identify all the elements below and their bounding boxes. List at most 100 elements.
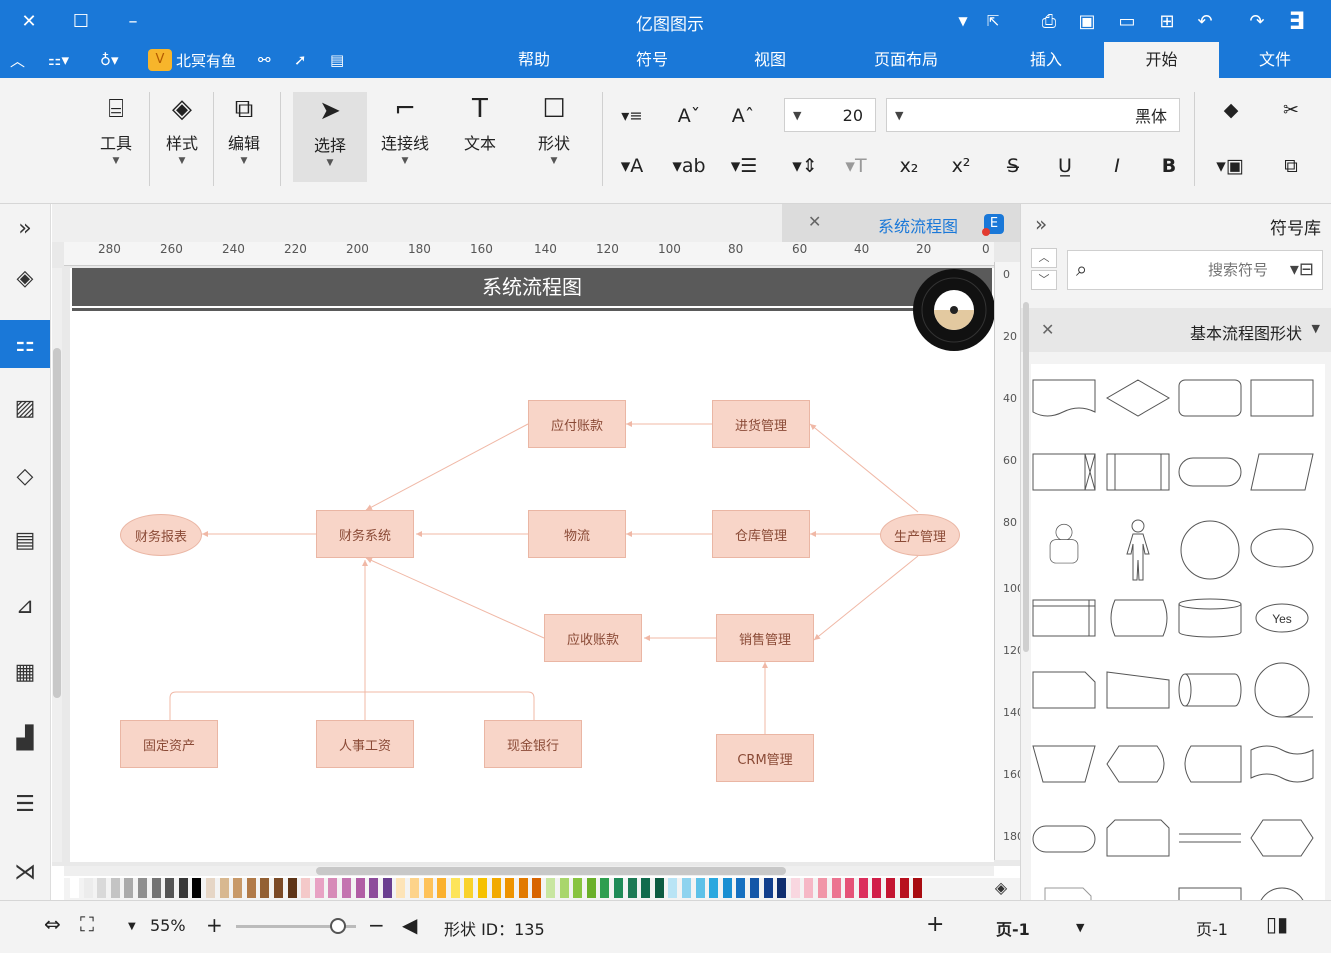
color-swatch[interactable] xyxy=(110,878,120,898)
superscript-icon[interactable]: x² xyxy=(946,152,976,180)
shape-circle-partial[interactable] xyxy=(1249,884,1315,900)
shape-terminator[interactable] xyxy=(1177,450,1243,494)
color-swatch[interactable] xyxy=(777,878,787,898)
chevron-down-icon[interactable]: ﹀ xyxy=(1031,270,1057,290)
text-style-icon[interactable]: ▾T xyxy=(836,152,876,180)
tab-file[interactable]: 文件 xyxy=(1219,42,1331,78)
node-logistics[interactable]: 物流 xyxy=(528,510,626,558)
underline-icon[interactable]: U̲ xyxy=(1050,152,1080,180)
search-icon[interactable]: ⌕ xyxy=(1076,257,1087,281)
color-swatch[interactable] xyxy=(274,878,283,898)
color-swatch[interactable] xyxy=(478,878,487,898)
list-icon[interactable]: ▾☰ xyxy=(722,152,766,180)
color-swatch[interactable] xyxy=(219,878,229,898)
share-icon[interactable]: ⚯ xyxy=(258,48,271,72)
node-hr-salary[interactable]: 人事工资 xyxy=(316,720,414,768)
outline-icon[interactable]: ☰ xyxy=(0,780,50,828)
color-swatch[interactable] xyxy=(573,878,583,898)
paste-icon[interactable]: ▾▣ xyxy=(1208,152,1252,180)
shape-decision[interactable] xyxy=(1105,376,1171,420)
fill-bucket-icon[interactable]: ◈ xyxy=(986,878,1016,900)
color-swatch[interactable] xyxy=(886,878,895,898)
zoom-in-icon[interactable]: + xyxy=(206,913,223,937)
color-swatch[interactable] xyxy=(70,878,79,898)
font-size-select[interactable]: ▼ 20 xyxy=(784,98,876,132)
shape-rectangle-partial[interactable] xyxy=(1177,884,1243,900)
shape-rounded-rect[interactable] xyxy=(1177,376,1243,420)
page-panel-icon[interactable]: ▯▮ xyxy=(1266,912,1288,936)
shape-button[interactable]: ☐ 形状 ▼ xyxy=(526,92,582,166)
color-swatch[interactable] xyxy=(151,878,161,898)
zoom-out-icon[interactable]: − xyxy=(368,913,385,937)
layers-icon[interactable]: ◇ xyxy=(0,452,50,500)
node-finance-report[interactable]: 财务报表 xyxy=(120,514,202,556)
scroll-thumb[interactable] xyxy=(316,867,786,875)
page-list-dropdown-icon[interactable]: ▼ xyxy=(1076,921,1084,934)
shape-sequential-storage[interactable] xyxy=(1249,662,1315,722)
tab-help[interactable]: 帮助 xyxy=(494,42,574,78)
table-icon[interactable]: ▦ xyxy=(0,648,50,696)
node-cash-bank[interactable]: 现金银行 xyxy=(484,720,582,768)
color-swatch[interactable] xyxy=(260,878,270,898)
color-swatch[interactable] xyxy=(858,878,868,898)
select-button[interactable]: ➤ 选择 ▼ xyxy=(293,92,367,182)
color-swatch[interactable] xyxy=(396,878,406,898)
shape-ellipse[interactable] xyxy=(1249,526,1315,570)
page-icon[interactable]: ▤ xyxy=(0,516,50,564)
color-swatch[interactable] xyxy=(437,878,447,898)
color-swatch[interactable] xyxy=(192,878,202,898)
library-icon[interactable]: ▾⊟ xyxy=(1290,259,1314,280)
shape-tape[interactable] xyxy=(1249,742,1315,786)
color-swatch[interactable] xyxy=(804,878,814,898)
redo-icon[interactable]: ↷ xyxy=(1244,8,1270,34)
color-swatch[interactable] xyxy=(736,878,746,898)
chart-icon[interactable]: ⊿ xyxy=(0,582,50,630)
connector-button[interactable]: ⌐ 连接线 ▼ xyxy=(374,92,436,166)
color-swatch[interactable] xyxy=(518,878,528,898)
color-swatch[interactable] xyxy=(314,878,324,898)
node-production[interactable]: 生产管理 xyxy=(880,514,960,556)
diagram-page[interactable]: 应付账款 进货管理 财务报表 财务系统 物流 仓库管理 生产管理 应收账款 销售… xyxy=(70,268,994,862)
comment-icon[interactable]: ▤ xyxy=(330,48,344,72)
close-icon[interactable]: ✕ xyxy=(16,8,42,34)
shape-subprocess[interactable] xyxy=(1105,450,1171,494)
panel-scrollbar[interactable] xyxy=(1023,302,1029,652)
minimize-icon[interactable]: – xyxy=(120,8,146,34)
maximize-icon[interactable]: ☐ xyxy=(68,8,94,34)
node-fixed-assets[interactable]: 固定资产 xyxy=(120,720,218,768)
color-swatch[interactable] xyxy=(178,878,188,898)
color-swatch[interactable] xyxy=(845,878,855,898)
shape-display[interactable] xyxy=(1105,742,1171,786)
align-dropdown-icon[interactable]: ▾≡ xyxy=(610,102,654,130)
color-swatch[interactable] xyxy=(491,878,501,898)
zoom-level[interactable]: 55% xyxy=(150,916,186,935)
undo-icon[interactable]: ↶ xyxy=(1192,8,1218,34)
zoom-slider-handle[interactable] xyxy=(330,918,346,934)
node-payable[interactable]: 应付账款 xyxy=(528,400,626,448)
tab-symbol[interactable]: 符号 xyxy=(612,42,692,78)
horizontal-scrollbar[interactable] xyxy=(64,866,994,876)
color-swatch[interactable] xyxy=(641,878,651,898)
italic-icon[interactable]: I xyxy=(1102,152,1132,180)
color-swatch[interactable] xyxy=(668,878,678,898)
style-button[interactable]: ◈ 样式 ▼ xyxy=(154,92,210,166)
color-swatch[interactable] xyxy=(913,878,923,898)
shape-data[interactable] xyxy=(1249,450,1315,494)
shape-actor[interactable] xyxy=(1031,522,1097,566)
edge-payable-finance[interactable] xyxy=(365,423,529,511)
color-swatch[interactable] xyxy=(627,878,637,898)
mindmap-icon[interactable]: ⋊ xyxy=(0,848,50,896)
color-swatch[interactable] xyxy=(342,878,351,898)
color-swatch[interactable] xyxy=(464,878,474,898)
theme-icon[interactable]: ♁▾ xyxy=(100,48,119,72)
color-swatch[interactable] xyxy=(790,878,800,898)
vertical-scrollbar[interactable] xyxy=(52,268,62,862)
color-swatch[interactable] xyxy=(246,878,256,898)
scroll-thumb[interactable] xyxy=(53,348,61,698)
line-spacing-icon[interactable]: ▾⇕ xyxy=(780,152,830,180)
color-swatch[interactable] xyxy=(505,878,515,898)
increase-font-icon[interactable]: Aˆ xyxy=(728,102,758,130)
node-warehouse[interactable]: 仓库管理 xyxy=(712,510,810,558)
shape-direct-access[interactable] xyxy=(1177,668,1243,712)
color-swatch[interactable] xyxy=(410,878,419,898)
